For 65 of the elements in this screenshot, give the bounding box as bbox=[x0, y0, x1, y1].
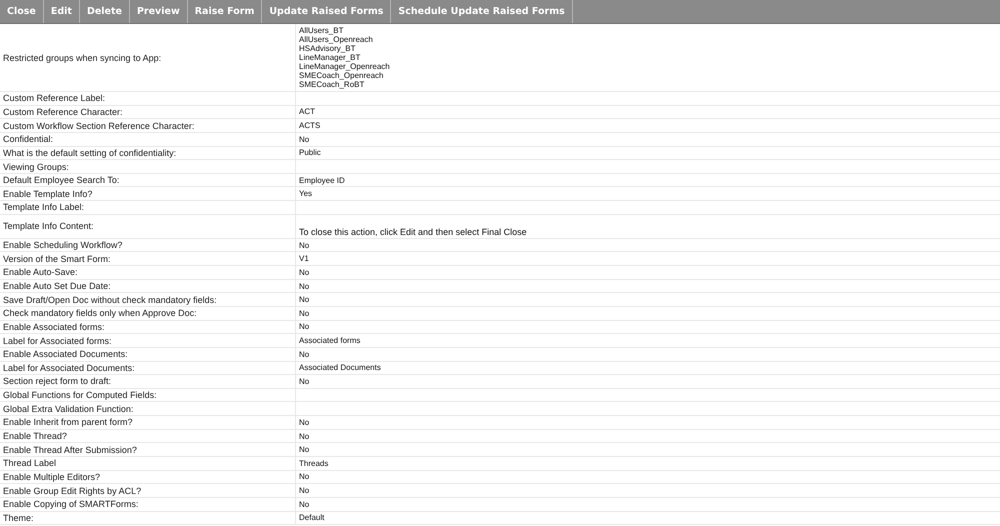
label-cell: Theme: bbox=[0, 512, 296, 524]
label-cell: Check mandatory fields only when Approve Doc: bbox=[0, 306, 296, 320]
label-cell: Enable Template Info? bbox=[0, 187, 296, 200]
label-cell: Enable Copying of SMARTForms: bbox=[0, 498, 296, 511]
label-cell: Enable Inherit from parent form? bbox=[0, 416, 296, 429]
label-cell: Viewing Groups: bbox=[0, 160, 296, 173]
label-cell: Global Functions for Computed Fields: bbox=[0, 388, 296, 402]
value-cell-text: No bbox=[298, 266, 310, 279]
group-name: AllUsers_BT bbox=[299, 26, 344, 35]
label-cell: Thread Label bbox=[0, 457, 296, 470]
value-cell-text: Public bbox=[298, 147, 322, 160]
label-cell: Enable Group Edit Rights by ACL? bbox=[0, 484, 296, 497]
value-cell-text: No bbox=[298, 321, 310, 334]
value-cell-text: No bbox=[298, 280, 310, 292]
value-cell-text: Yes bbox=[298, 188, 314, 200]
value-cell-text: Default bbox=[298, 512, 326, 524]
value-cell-text: ACTS bbox=[298, 120, 322, 132]
label-cell: Enable Auto Set Due Date: bbox=[0, 280, 296, 292]
label-cell: Default Employee Search To: bbox=[0, 174, 296, 186]
label-cell: Confidential: bbox=[0, 132, 296, 146]
value-cell-text: ACT bbox=[298, 106, 316, 118]
value-cell-text: No bbox=[298, 240, 310, 252]
value-cell-text: Associated forms bbox=[298, 335, 362, 347]
label-cell: Enable Multiple Editors? bbox=[0, 470, 296, 484]
label-cell: Custom Workflow Section Reference Character: bbox=[0, 119, 296, 132]
label-cell: Custom Reference Label: bbox=[0, 92, 296, 105]
label-cell: Restricted groups when syncing to App: bbox=[0, 24, 296, 91]
label-cell: What is the default setting of confidentiality: bbox=[0, 146, 296, 160]
label-cell: Custom Reference Character: bbox=[0, 106, 296, 118]
label-cell: Template Info Label: bbox=[0, 201, 296, 214]
label-cell: Save Draft/Open Doc without check mandatory fields: bbox=[0, 293, 296, 306]
label-cell: Label for Associated forms: bbox=[0, 334, 296, 347]
label-cell: Label for Associated Documents: bbox=[0, 362, 296, 374]
label-cell: Template Info Content: bbox=[0, 214, 296, 238]
value-cell-text: V1 bbox=[298, 253, 310, 266]
value-cell-text: No bbox=[298, 134, 310, 146]
value-cell-text: No bbox=[298, 416, 310, 429]
value-cell-text: No bbox=[298, 430, 310, 442]
group-name: LineManager_BT bbox=[299, 53, 362, 62]
group-name: HSAdvisory_BT bbox=[299, 44, 356, 53]
label-cell: Enable Thread After Submission? bbox=[0, 443, 296, 456]
group-name: LineManager_Openreach bbox=[299, 62, 391, 71]
value-cell-text: To close this action, click Edit and then select Final Close bbox=[298, 226, 528, 238]
label-cell: Enable Auto-Save: bbox=[0, 266, 296, 279]
label-cell: Version of the Smart Form: bbox=[0, 252, 296, 266]
value-cell-text: No bbox=[298, 348, 310, 361]
value-cell-text: Associated Documents bbox=[298, 362, 382, 374]
value-cell-text: No bbox=[298, 498, 310, 511]
group-name: AllUsers_Openreach bbox=[299, 35, 374, 44]
label-cell: Section reject form to draft: bbox=[0, 375, 296, 388]
value-cell-text: Threads bbox=[298, 458, 330, 470]
label-cell: Enable Associated Documents: bbox=[0, 348, 296, 361]
label-cell: Enable Associated forms: bbox=[0, 320, 296, 334]
label-cell: Enable Thread? bbox=[0, 430, 296, 442]
value-cell-text: No bbox=[298, 444, 310, 456]
value-cell-text: No bbox=[298, 308, 310, 320]
label-cell: Enable Scheduling Workflow? bbox=[0, 238, 296, 252]
group-name: SMECoach_RoBT bbox=[299, 80, 366, 89]
value-cell-text: No bbox=[298, 485, 310, 497]
value-cell-text: No bbox=[298, 376, 310, 388]
value-cell-text: Employee ID bbox=[298, 174, 346, 186]
value-cell-text: No bbox=[298, 294, 310, 306]
group-name: SMECoach_Openreach bbox=[299, 71, 384, 80]
label-cell: Global Extra Validation Function: bbox=[0, 402, 296, 416]
value-cell-text: No bbox=[298, 471, 310, 484]
